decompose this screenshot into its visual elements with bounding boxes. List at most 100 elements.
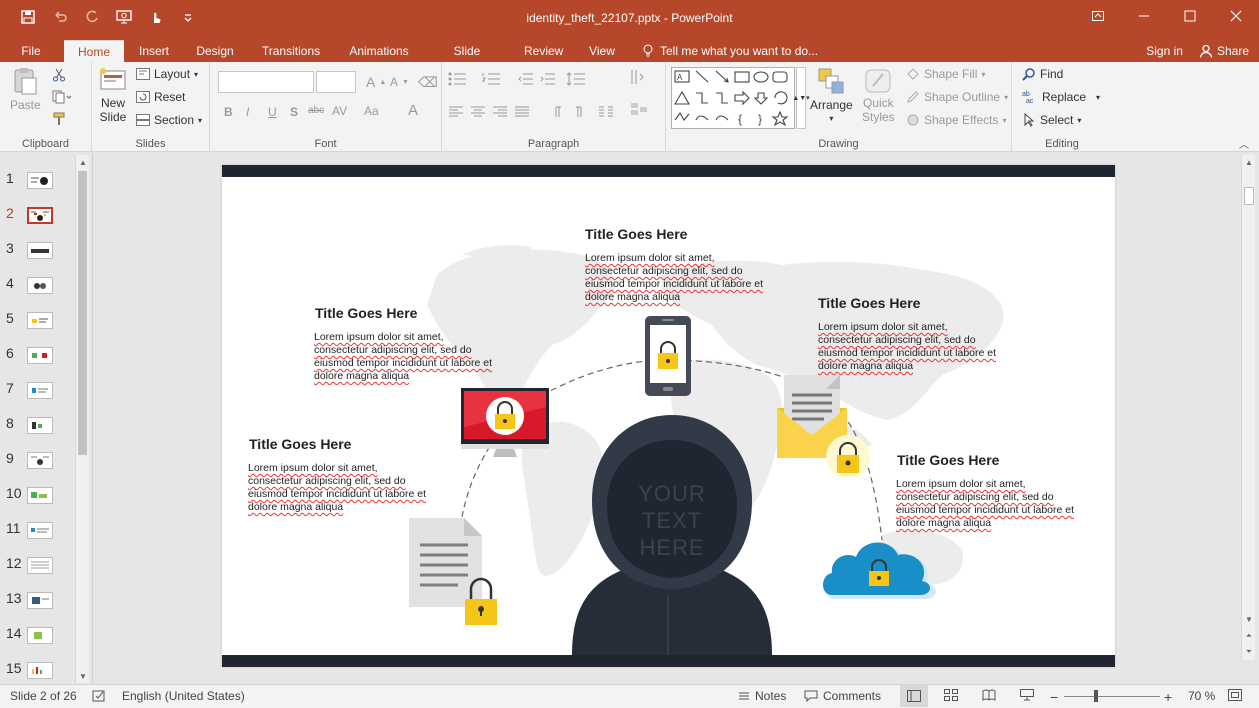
thumbnail-slide-12[interactable]: 12	[0, 555, 76, 590]
previous-slide-arrow[interactable]: ⏶	[1242, 629, 1256, 643]
tab-transitions[interactable]: Transitions	[250, 40, 332, 62]
zoom-level[interactable]: 70 %	[1188, 689, 1215, 703]
share-button[interactable]: Share	[1199, 44, 1249, 58]
tab-home[interactable]: Home	[64, 40, 124, 62]
layout-button[interactable]: Layout ▾	[136, 67, 198, 81]
italic-icon[interactable]: I	[246, 105, 249, 119]
convert-smartart-icon[interactable]	[630, 102, 648, 120]
section-button[interactable]: Section ▾	[136, 113, 202, 127]
save-icon[interactable]	[14, 6, 42, 28]
format-painter-icon[interactable]	[52, 112, 66, 126]
box-right-upper-title[interactable]: Title Goes Here	[818, 295, 920, 311]
scrollbar-thumb[interactable]	[1244, 187, 1254, 205]
thumbnail-slide-5[interactable]: 5	[0, 310, 76, 345]
scroll-up-arrow[interactable]: ▲	[76, 155, 90, 169]
box-left-lower-title[interactable]: Title Goes Here	[249, 436, 351, 452]
ribbon-display-options-icon[interactable]	[1075, 0, 1121, 32]
align-left-icon[interactable]	[448, 106, 464, 118]
tab-animations[interactable]: Animations	[338, 40, 420, 62]
box-right-lower-body[interactable]: Lorem ipsum dolor sit amet, consectetur …	[896, 478, 1076, 530]
font-color-icon[interactable]: A	[408, 102, 418, 119]
thumbnail-slide-4[interactable]: 4	[0, 275, 76, 310]
box-top-body[interactable]: Lorem ipsum dolor sit amet, consectetur …	[585, 252, 765, 304]
collapse-ribbon-icon[interactable]: ︿	[1239, 136, 1249, 151]
copy-icon[interactable]	[52, 90, 72, 104]
spell-check-icon[interactable]	[92, 689, 106, 703]
rtl-icon[interactable]	[550, 106, 564, 118]
notes-button[interactable]: Notes	[738, 689, 786, 703]
bullets-icon[interactable]	[448, 72, 468, 86]
box-left-upper-body[interactable]: Lorem ipsum dolor sit amet, consectetur …	[314, 331, 494, 383]
align-center-icon[interactable]	[470, 106, 486, 118]
box-left-lower-body[interactable]: Lorem ipsum dolor sit amet, consectetur …	[248, 462, 428, 514]
slide-canvas[interactable]: YOUR TEXT HERE Title Goes Here Lorem ips…	[222, 165, 1115, 667]
reading-view-button[interactable]	[982, 689, 996, 701]
pane-divider[interactable]	[92, 153, 93, 684]
tab-slide-show[interactable]: Slide Show	[428, 40, 506, 80]
increase-indent-icon[interactable]	[540, 72, 556, 86]
reset-button[interactable]: Reset	[136, 90, 185, 104]
tab-design[interactable]: Design	[186, 40, 244, 62]
zoom-in-button[interactable]: +	[1164, 689, 1172, 705]
thumbnail-slide-7[interactable]: 7	[0, 380, 76, 415]
text-shadow-icon[interactable]: S	[290, 105, 298, 119]
scroll-down-arrow[interactable]: ▼	[1242, 612, 1256, 626]
thumbnail-slide-8[interactable]: 8	[0, 415, 76, 450]
columns-icon[interactable]	[598, 106, 614, 118]
text-direction-icon[interactable]	[630, 68, 646, 86]
slide-sorter-button[interactable]	[944, 689, 958, 701]
arrange-button[interactable]: Arrange ▾	[810, 66, 853, 123]
redo-icon[interactable]	[78, 6, 106, 28]
cut-icon[interactable]	[52, 68, 66, 82]
shape-outline-button[interactable]: Shape Outline ▾	[906, 90, 1008, 104]
thumbnail-slide-2[interactable]: 2	[0, 205, 76, 240]
shape-effects-button[interactable]: Shape Effects ▾	[906, 113, 1007, 127]
comments-button[interactable]: Comments	[804, 689, 881, 703]
scrollbar-thumb[interactable]	[78, 171, 87, 455]
tab-view[interactable]: View	[578, 40, 626, 62]
decrease-font-icon[interactable]: A ▼	[390, 75, 409, 89]
box-top-title[interactable]: Title Goes Here	[585, 226, 687, 242]
box-right-upper-body[interactable]: Lorem ipsum dolor sit amet, consectetur …	[818, 321, 998, 373]
sign-in-link[interactable]: Sign in	[1146, 44, 1183, 58]
replace-button[interactable]: ab ac Replace ▾	[1022, 90, 1100, 104]
select-button[interactable]: Select ▾	[1022, 113, 1081, 127]
change-case-icon[interactable]: Aa	[364, 104, 379, 118]
fit-slide-button[interactable]	[1228, 689, 1242, 701]
normal-view-button[interactable]	[900, 685, 928, 707]
touch-mode-icon[interactable]	[142, 6, 170, 28]
tab-review[interactable]: Review	[514, 40, 570, 62]
justify-icon[interactable]	[514, 106, 530, 118]
clear-formatting-icon[interactable]: ⌫	[418, 74, 438, 91]
thumbnail-slide-6[interactable]: 6	[0, 345, 76, 380]
undo-icon[interactable]	[46, 6, 74, 28]
character-spacing-icon[interactable]: AV	[332, 104, 347, 118]
thumbnail-slide-9[interactable]: 9	[0, 450, 76, 485]
start-slideshow-icon[interactable]	[110, 6, 138, 28]
strikethrough-icon[interactable]: abc	[308, 105, 324, 116]
find-button[interactable]: Find	[1022, 67, 1063, 81]
font-name-box[interactable]	[218, 71, 314, 93]
tab-insert[interactable]: Insert	[128, 40, 180, 62]
bold-icon[interactable]: B	[224, 105, 233, 119]
thumbnail-slide-13[interactable]: 13	[0, 590, 76, 625]
shape-fill-button[interactable]: Shape Fill ▾	[906, 67, 985, 81]
tab-file[interactable]: File	[10, 40, 52, 62]
box-left-upper-title[interactable]: Title Goes Here	[315, 305, 417, 321]
zoom-slider[interactable]	[1064, 696, 1160, 697]
font-size-box[interactable]	[316, 71, 356, 93]
thumbnail-slide-10[interactable]: 10	[0, 485, 76, 520]
shapes-gallery[interactable]: A {}	[671, 67, 795, 129]
numbering-icon[interactable]	[482, 72, 502, 86]
scroll-down-arrow[interactable]: ▼	[76, 669, 90, 683]
increase-font-icon[interactable]: A ▲	[366, 74, 386, 90]
thumbnail-slide-11[interactable]: 11	[0, 520, 76, 555]
customize-qat-icon[interactable]	[174, 6, 202, 28]
maximize-icon[interactable]	[1167, 0, 1213, 32]
next-slide-arrow[interactable]: ⏷	[1242, 645, 1256, 659]
paste-button[interactable]: Paste	[10, 66, 41, 112]
close-icon[interactable]	[1213, 0, 1259, 32]
thumbnail-slide-14[interactable]: 14	[0, 625, 76, 660]
slideshow-view-button[interactable]	[1020, 689, 1034, 701]
new-slide-button[interactable]: New Slide	[94, 66, 132, 124]
